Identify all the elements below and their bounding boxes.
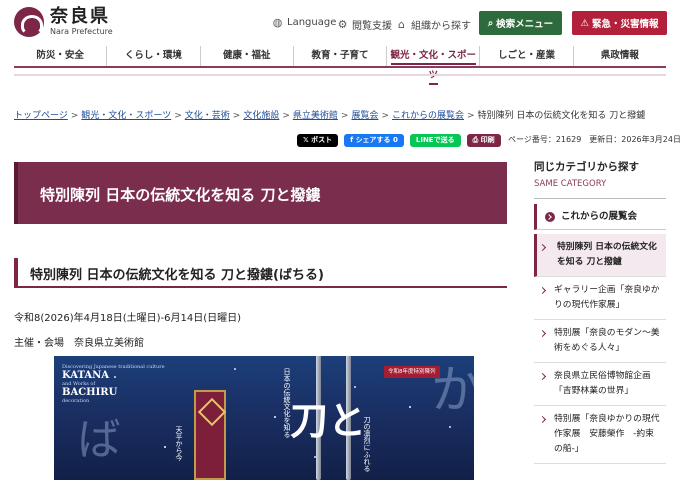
search-icon: ⌕ bbox=[487, 17, 494, 29]
globe-icon: ◍ bbox=[272, 16, 283, 29]
breadcrumb-link[interactable]: 展覧会 bbox=[351, 111, 378, 121]
org-search-label: 組織から探す bbox=[411, 21, 471, 32]
accessibility-label: 閲覧支援 bbox=[352, 21, 392, 32]
accessibility-link[interactable]: ⚙ 閲覧支援 bbox=[337, 17, 392, 32]
sidebar-item-current[interactable]: 特別陳列 日本の伝統文化を知る 刀と撥鑢 bbox=[534, 234, 666, 277]
gnav-label: 健康・福祉 bbox=[222, 50, 271, 61]
exhibition-period: 令和8(2026)年4月18日(土曜日)-6月14日(日曜日) bbox=[14, 313, 242, 324]
poster-en-katana: KATANA bbox=[62, 370, 110, 381]
settings-icon: ⚙ bbox=[337, 18, 348, 31]
warning-icon: ⚠ bbox=[580, 17, 589, 29]
sidebar-item[interactable]: 特別展「奈良ゆかりの現代作家展 安藤榮作 -約束の船-」 bbox=[534, 406, 666, 464]
sidebar-divider bbox=[534, 198, 666, 199]
breadcrumb-link[interactable]: 県立美術館 bbox=[293, 111, 338, 121]
gnav-label: 防災・安全 bbox=[36, 50, 84, 61]
sidebar-title: 同じカテゴリから探す bbox=[534, 161, 639, 173]
section-heading-text: 特別陳列 日本の伝統文化を知る 刀と撥鏤(ばちる) bbox=[30, 268, 324, 283]
facebook-share-button[interactable]: f シェアする 0 bbox=[344, 134, 404, 147]
x-icon: 𝕏 bbox=[303, 136, 312, 144]
print-icon: ⎙ bbox=[472, 136, 481, 144]
gnav-item-health[interactable]: 健康・福祉 bbox=[199, 46, 293, 66]
gnav-item-tourism[interactable]: 観光・文化・スポーツ bbox=[386, 46, 479, 85]
x-post-label: ポスト bbox=[311, 136, 333, 144]
page-title: 特別陳列 日本の伝統文化を知る 刀と撥鏤 bbox=[40, 186, 321, 204]
poster-en-bachiru: BACHIRU bbox=[62, 387, 118, 398]
share-bar: 𝕏 ポスト f シェアする 0 LINEで送る ⎙ 印刷 bbox=[297, 134, 501, 147]
sidebar-list: 特別陳列 日本の伝統文化を知る 刀と撥鑢 ギャラリー企画「奈良ゆかりの現代作家展… bbox=[534, 234, 666, 464]
page-info: ページ番号：21629 更新日：2026年3月24日 bbox=[508, 135, 680, 144]
nara-emblem-icon bbox=[14, 7, 44, 37]
emergency-label: 緊急・災害情報 bbox=[592, 19, 659, 30]
gnav-item-safety[interactable]: 防災・安全 bbox=[14, 46, 106, 66]
site-header: 奈良県 Nara Prefecture ◍ Language ⚙ 閲覧支援 ⌂ … bbox=[0, 0, 680, 44]
poster-tag: 令和8年度特別陳列 bbox=[384, 366, 440, 378]
gnav-item-living[interactable]: くらし・環境 bbox=[106, 46, 199, 66]
poster-bg-text: ば bbox=[69, 416, 120, 460]
search-menu-button[interactable]: ⌕ 検索メニュー bbox=[479, 11, 562, 35]
gnav-item-work[interactable]: しごと・産業 bbox=[479, 46, 572, 66]
gnav-label: 観光・文化・スポーツ bbox=[390, 50, 477, 85]
line-share-label: LINEで送る bbox=[415, 136, 455, 144]
poster-english-title: Discovering Japanese traditional culture… bbox=[62, 364, 165, 404]
org-chart-icon: ⌂ bbox=[398, 18, 405, 31]
breadcrumb: トップページ > 観光・文化・スポーツ > 文化・芸術 > 文化施設 > 県立美術館 > 展覧会 > こ… bbox=[14, 111, 646, 121]
line-share-button[interactable]: LINEで送る bbox=[409, 134, 461, 147]
emergency-info-button[interactable]: ⚠ 緊急・災害情報 bbox=[572, 11, 667, 35]
section-heading: 特別陳列 日本の伝統文化を知る 刀と撥鏤(ばちる) bbox=[14, 258, 507, 288]
breadcrumb-link[interactable]: 文化施設 bbox=[243, 111, 279, 121]
gnav-label: 県政情報 bbox=[600, 50, 639, 61]
exhibition-poster-image: ば か Discovering Japanese traditional cul… bbox=[54, 356, 474, 480]
poster-vertical-text: 天平から今 bbox=[175, 426, 183, 461]
poster-big-title: 刀と bbox=[290, 398, 367, 443]
facebook-share-label: シェアする 0 bbox=[355, 136, 398, 144]
print-button[interactable]: ⎙ 印刷 bbox=[466, 134, 501, 147]
sidebar-category-label: これからの展覧会 bbox=[561, 210, 638, 222]
bachiru-ornament-icon bbox=[194, 390, 226, 480]
print-label: 印刷 bbox=[480, 136, 495, 144]
breadcrumb-current: 特別陳列 日本の伝統文化を知る 刀と撥鑢 bbox=[477, 111, 646, 121]
sidebar-item[interactable]: ギャラリー企画「奈良ゆかりの現代作家展」 bbox=[534, 277, 666, 320]
sidebar-item[interactable]: 奈良県立民俗博物館企画「吉野林業の世界」 bbox=[534, 363, 666, 406]
language-label: Language bbox=[287, 17, 337, 28]
gnav-item-government[interactable]: 県政情報 bbox=[572, 46, 666, 66]
org-search-link[interactable]: ⌂ 組織から探す bbox=[396, 17, 471, 32]
language-link[interactable]: ◍ Language bbox=[272, 16, 337, 29]
logo-english: Nara Prefecture bbox=[50, 27, 113, 36]
poster-en-dec: decoration bbox=[62, 398, 90, 404]
x-post-button[interactable]: 𝕏 ポスト bbox=[297, 134, 339, 147]
page-title-banner: 特別陳列 日本の伝統文化を知る 刀と撥鏤 bbox=[14, 162, 507, 224]
sidebar-category[interactable]: これからの展覧会 bbox=[534, 204, 666, 230]
sidebar-subtitle: SAME CATEGORY bbox=[534, 179, 607, 189]
breadcrumb-link[interactable]: 文化・芸術 bbox=[185, 111, 230, 121]
gnav-item-education[interactable]: 教育・子育て bbox=[292, 46, 386, 66]
breadcrumb-link[interactable]: 観光・文化・スポーツ bbox=[81, 111, 171, 121]
nav-divider bbox=[14, 74, 666, 76]
chevron-icon bbox=[545, 211, 555, 222]
global-nav: 防災・安全 くらし・環境 健康・福祉 教育・子育て 観光・文化・スポーツ しごと… bbox=[14, 46, 666, 85]
gnav-label: 教育・子育て bbox=[311, 50, 369, 61]
exhibition-venue: 主催・会場 奈良県立美術館 bbox=[14, 338, 144, 349]
sidebar-header: 同じカテゴリから探す SAME CATEGORY bbox=[534, 159, 666, 189]
breadcrumb-link[interactable]: トップページ bbox=[14, 111, 68, 121]
search-menu-label: 検索メニュー bbox=[496, 19, 554, 30]
site-logo[interactable]: 奈良県 Nara Prefecture bbox=[14, 7, 113, 37]
sidebar-item[interactable]: 特別展「奈良のモダン〜美術をめぐる人々」 bbox=[534, 320, 666, 363]
breadcrumb-link[interactable]: これからの展覧会 bbox=[392, 111, 464, 121]
gnav-label: くらし・環境 bbox=[124, 50, 182, 61]
poster-vertical-text: 刀の凛烈にふれる bbox=[363, 416, 371, 472]
gnav-label: しごと・産業 bbox=[498, 50, 556, 61]
logo-japanese: 奈良県 bbox=[50, 6, 110, 27]
